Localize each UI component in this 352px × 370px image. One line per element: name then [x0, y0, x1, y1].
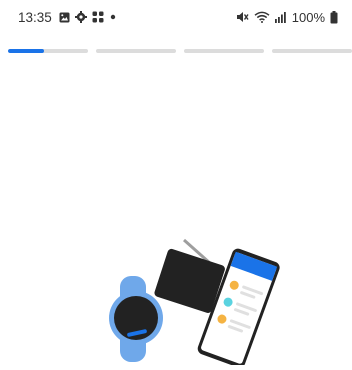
- status-bar-left: 13:35: [18, 10, 117, 25]
- progress-step-1: [8, 49, 88, 53]
- dot-icon: [109, 13, 117, 21]
- signal-icon: [274, 11, 287, 23]
- battery-percent: 100%: [291, 9, 325, 25]
- apps-grid-icon: [92, 11, 104, 23]
- gear-icon: [74, 11, 87, 23]
- watch-icon: [109, 276, 163, 362]
- progress-step-4: [272, 49, 352, 53]
- status-bar-right: 100%: [236, 10, 338, 25]
- mute-icon: [236, 11, 249, 23]
- onboarding-progress: [8, 49, 352, 55]
- status-bar: 13:35 100%: [0, 0, 352, 34]
- progress-step-3: [184, 49, 264, 53]
- wifi-icon: [254, 11, 270, 23]
- progress-step-2: [96, 49, 176, 53]
- devices-illustration: [100, 232, 290, 368]
- battery-icon: [330, 10, 338, 24]
- image-icon: [59, 12, 70, 23]
- status-time: 13:35: [18, 9, 52, 25]
- progress-step-1-fill: [8, 49, 44, 53]
